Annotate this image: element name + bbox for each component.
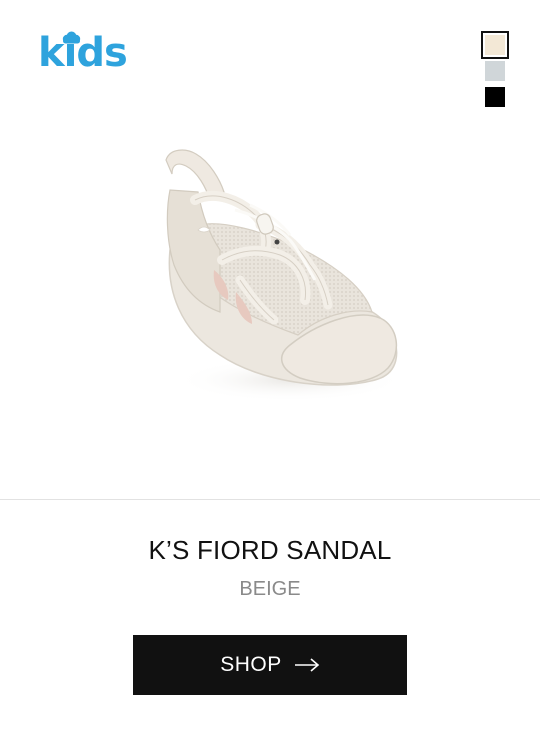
color-swatches (481, 31, 509, 113)
swatch-grey[interactable] (485, 61, 505, 81)
shop-button[interactable]: SHOP (133, 635, 407, 695)
arrow-right-icon (294, 658, 320, 672)
shop-button-label: SHOP (220, 653, 282, 676)
product-color-name: BEIGE (239, 578, 301, 600)
product-card: kids (0, 0, 540, 500)
product-title[interactable]: K’S FIORD SANDAL (0, 535, 540, 566)
logo-wordmark: kids (38, 30, 128, 76)
product-image[interactable] (140, 130, 410, 420)
swatch-beige[interactable] (481, 31, 509, 59)
kids-logo[interactable]: kids (38, 28, 138, 78)
divider (0, 499, 540, 500)
swatch-black[interactable] (485, 87, 505, 107)
